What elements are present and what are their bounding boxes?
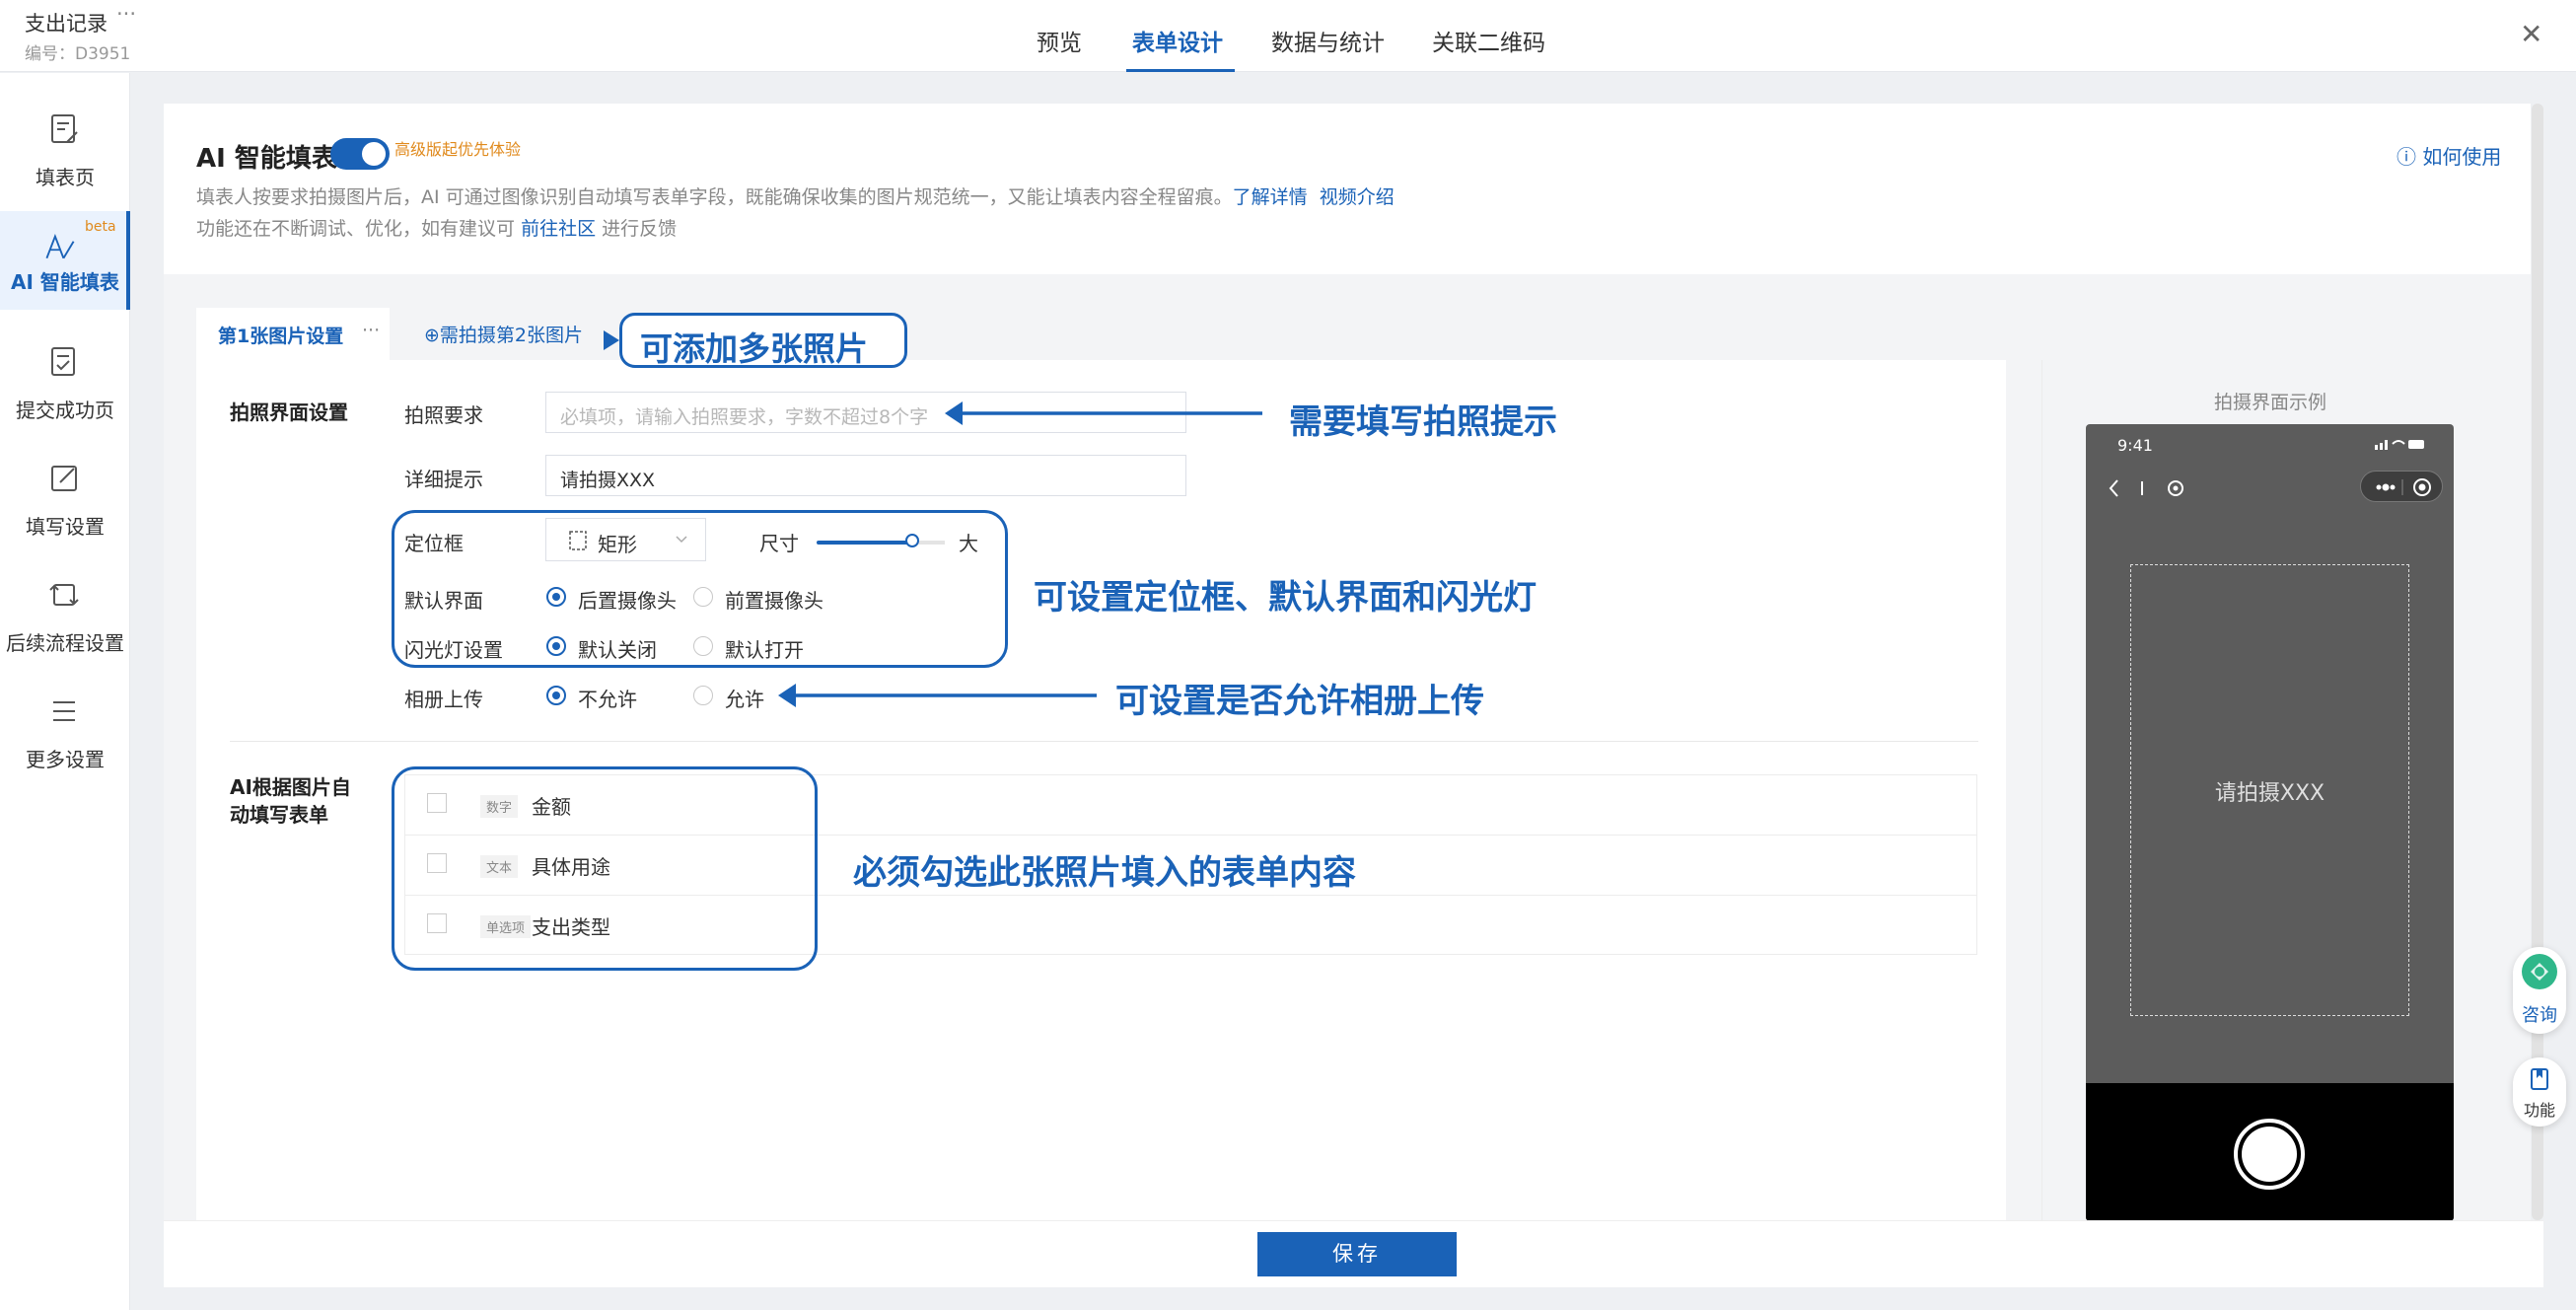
annotation-requirement: 需要填写拍照提示 — [1289, 402, 1557, 442]
annotation-arrows — [604, 330, 1262, 707]
annotation-fields: 必须勾选此张照片填入的表单内容 — [853, 853, 1356, 893]
annotation-settings: 可设置定位框、默认界面和闪光灯 — [1034, 578, 1537, 618]
annotation-album: 可设置是否允许相册上传 — [1115, 682, 1484, 721]
